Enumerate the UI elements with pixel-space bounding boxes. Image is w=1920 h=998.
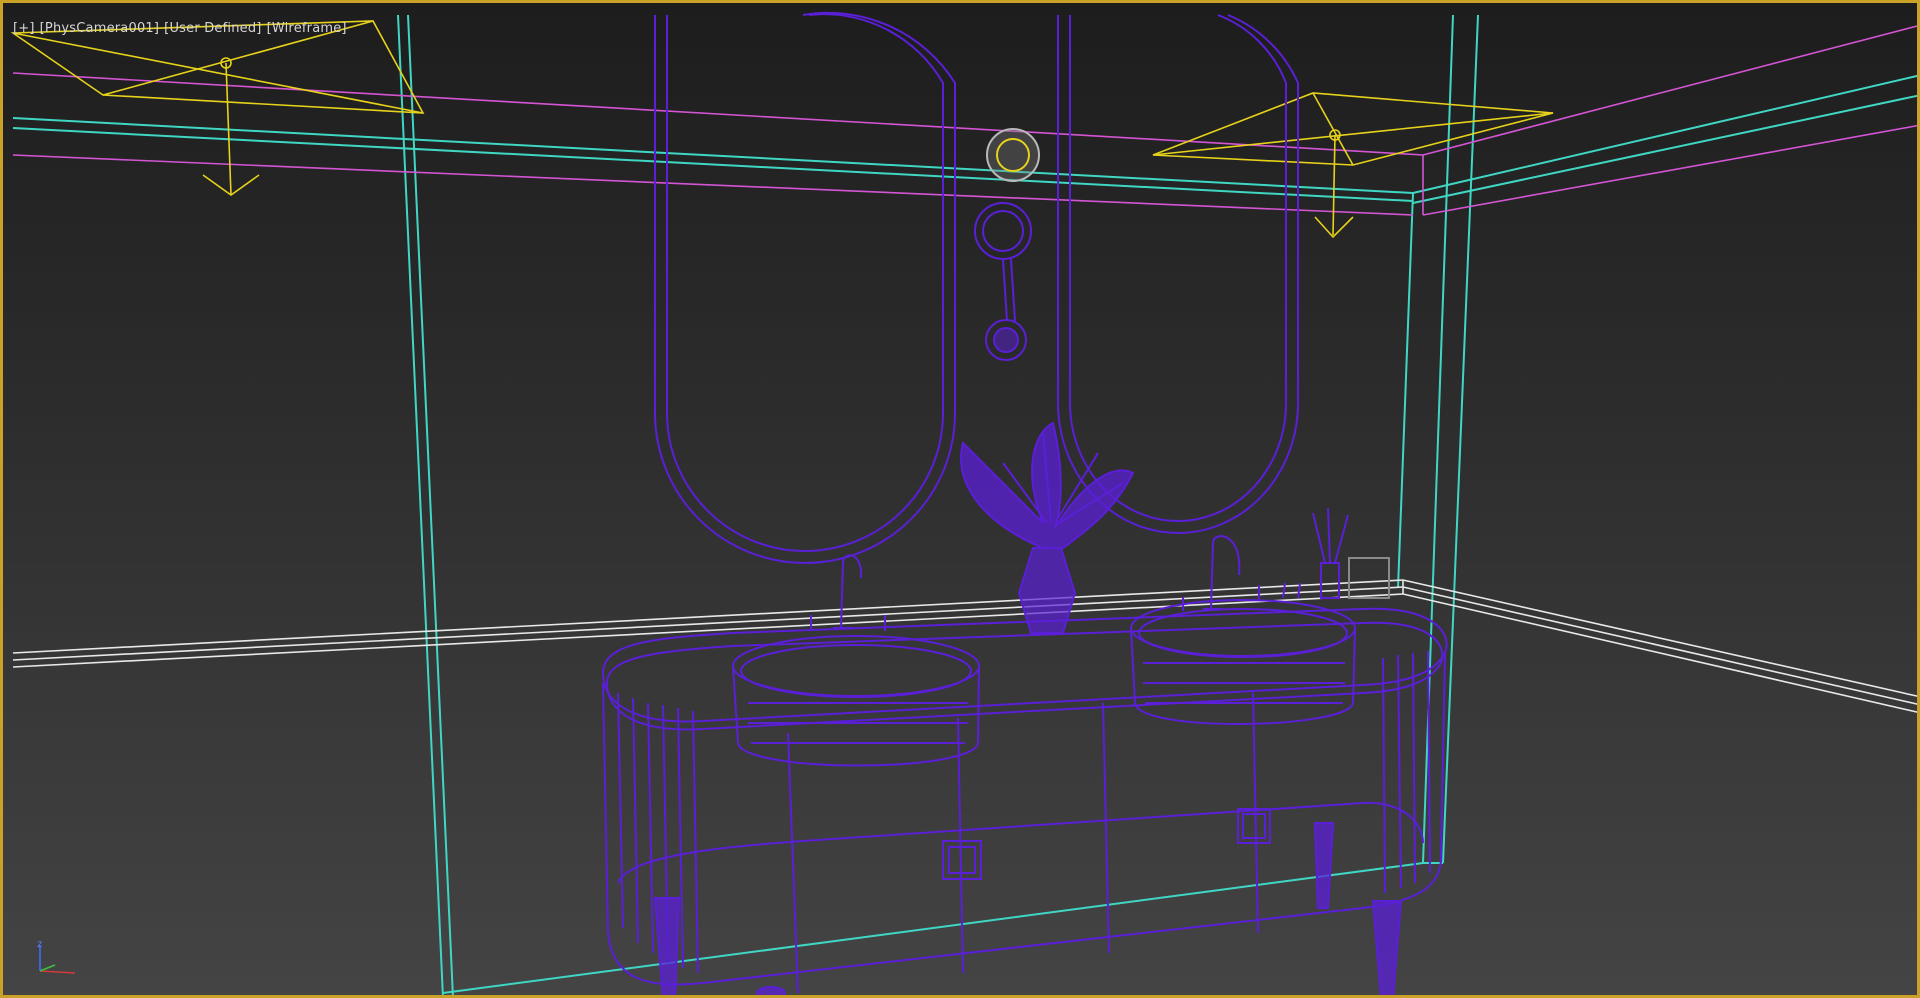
wireframe-scene[interactable]: z [3,3,1920,998]
baseboard [12,579,1917,713]
viewport-shading-preset-menu[interactable]: [User Defined] [164,21,261,36]
viewport-physcamera[interactable]: z [+] [PhysCamera001] [User Defined] [Wi… [0,0,1920,998]
viewport-label-menu: [+] [PhysCamera001] [User Defined] [Wire… [13,21,347,36]
reed-diffuser [1282,507,1390,599]
countertop [601,607,1448,731]
room-wall-edges [12,14,1917,995]
faucet-left [810,554,886,631]
ceiling-molding [12,25,1917,216]
wall-sconce [974,128,1040,361]
basin-right [1130,599,1356,726]
vanity-wireframe[interactable] [601,11,1448,998]
axis-z-label: z [37,939,42,950]
right-mirror [1057,14,1299,534]
left-mirror [654,11,956,564]
vanity-legs [653,822,1403,995]
basin-left [732,635,980,767]
photometric-light-icon[interactable] [10,20,425,196]
axis-tripod-icon: z [37,939,76,974]
viewport-general-menu[interactable]: [+] [13,21,35,36]
photometric-light-icon[interactable] [1152,92,1554,239]
viewport-display-mode-menu[interactable]: [Wireframe] [267,21,347,36]
viewport-point-of-view-menu[interactable]: [PhysCamera001] [40,21,160,36]
